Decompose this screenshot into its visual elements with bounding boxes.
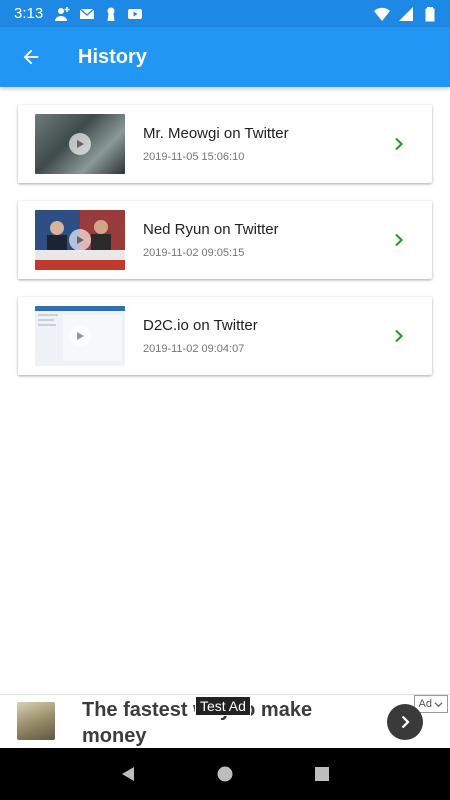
video-thumbnail [35,306,125,366]
ad-banner[interactable]: The fastest way to make money Test Ad Ad [0,694,450,748]
system-nav-bar [0,748,450,800]
video-thumbnail [35,210,125,270]
ad-open-button[interactable] [387,704,423,740]
mail-icon [79,7,95,19]
play-icon [69,229,91,251]
history-item-date: 2019-11-05 15:06:10 [143,151,245,163]
chevron-right-icon [401,715,410,729]
wifi-icon [374,7,390,21]
status-time: 3:13 [14,5,44,22]
ad-image [17,702,55,740]
arrow-back-icon [23,49,39,65]
chevron-right-icon[interactable] [384,321,414,351]
back-button[interactable] [0,27,62,87]
history-item-text: Ned Ryun on Twitter 2019-11-02 09:05:15 [143,221,384,259]
history-list: Mr. Meowgi on Twitter 2019-11-05 15:06:1… [18,105,432,393]
home-circle-icon [217,766,233,782]
history-item-date: 2019-11-02 09:05:15 [143,247,245,259]
history-item-title: Mr. Meowgi on Twitter [143,125,289,142]
signal-icon [399,6,413,21]
page-title: History [78,45,147,68]
nav-recents-button[interactable] [310,762,334,786]
history-item-title: Ned Ryun on Twitter [143,221,279,238]
history-item-text: Mr. Meowgi on Twitter 2019-11-05 15:06:1… [143,125,384,163]
keyhole-icon [107,7,115,21]
nav-home-button[interactable] [213,762,237,786]
history-item[interactable]: D2C.io on Twitter 2019-11-02 09:04:07 [18,297,432,375]
play-icon [69,325,91,347]
app-bar: History [0,27,450,87]
nav-back-button[interactable] [116,762,140,786]
test-ad-label: Test Ad [195,696,251,716]
history-item-date: 2019-11-02 09:04:07 [143,343,245,355]
status-icons-right [374,6,438,22]
play-icon [69,133,91,155]
history-item[interactable]: Mr. Meowgi on Twitter 2019-11-05 15:06:1… [18,105,432,183]
video-thumbnail [35,114,125,174]
add-person-icon [55,6,70,21]
recents-square-icon [314,767,329,781]
status-bar: 3:13 [0,0,450,27]
youtube-icon [128,8,143,19]
history-item-text: D2C.io on Twitter 2019-11-02 09:04:07 [143,317,384,355]
status-icons-left [55,6,143,22]
ad-choice-label: Ad [418,698,432,710]
chevron-down-icon [434,701,443,707]
history-item-title: D2C.io on Twitter [143,317,258,334]
back-triangle-icon [122,767,135,781]
chevron-right-icon[interactable] [384,225,414,255]
history-item[interactable]: Ned Ryun on Twitter 2019-11-02 09:05:15 [18,201,432,279]
chevron-right-icon[interactable] [384,129,414,159]
battery-icon [425,6,435,21]
